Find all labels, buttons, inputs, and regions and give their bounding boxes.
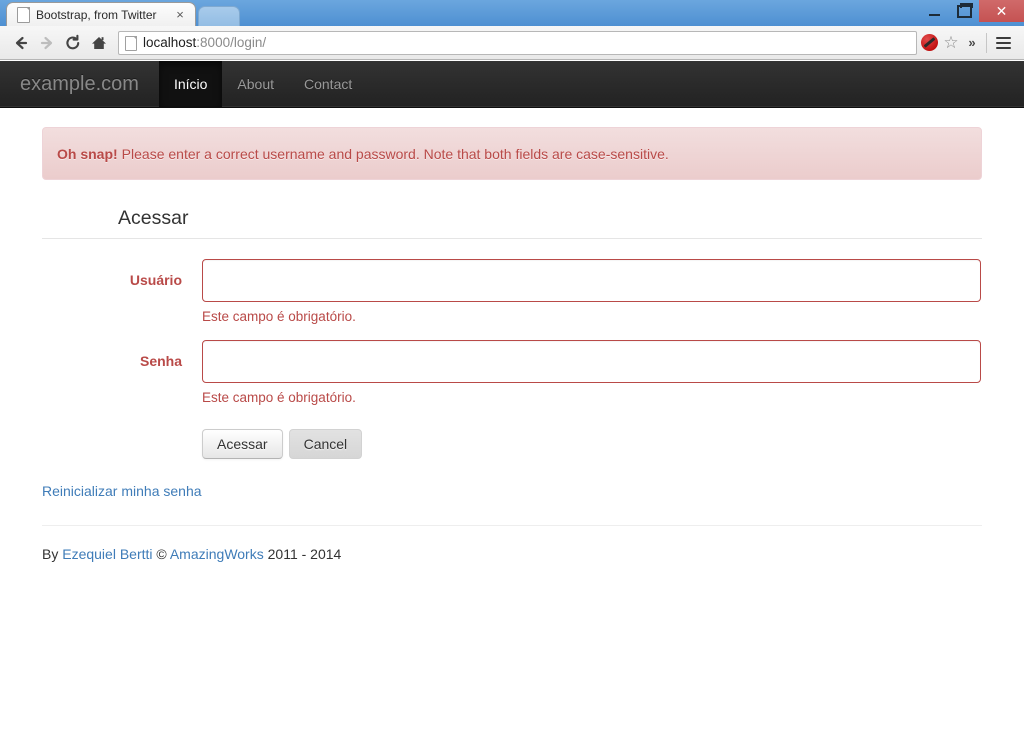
browser-toolbar: localhost:8000/login/ ☆ » [0,26,1024,60]
maximize-button[interactable] [949,0,979,22]
overflow-chevron-icon[interactable]: » [961,35,983,50]
url-host: localhost [143,34,197,50]
label-usuario: Usuário [129,272,182,288]
footer-years: 2011 - 2014 [263,546,342,562]
page-container: Oh snap! Please enter a correct username… [42,108,982,564]
blocked-plugin-icon[interactable] [921,34,938,51]
username-input[interactable] [202,259,981,302]
submit-button[interactable]: Acessar [202,429,283,459]
help-senha: Este campo é obrigatório. [202,390,356,405]
controls-usuario: Este campo é obrigatório. [202,259,982,326]
form-legend: Acessar [42,198,982,239]
password-input[interactable] [202,340,981,383]
url-text: localhost:8000/login/ [143,35,266,51]
footer-author-link[interactable]: Ezequiel Bertti [62,546,152,562]
url-path: :8000/login/ [196,34,267,50]
reset-password-link[interactable]: Reinicializar minha senha [42,483,202,499]
browser-tab-active[interactable]: Bootstrap, from Twitter × [6,2,196,26]
nav-item-about[interactable]: About [222,61,289,107]
page-icon [125,35,137,51]
reload-icon[interactable] [60,30,86,56]
nav-item-inicio[interactable]: Início [158,61,223,107]
field-group-senha: Senha Este campo é obrigatório. [42,340,982,407]
tab-strip: Bootstrap, from Twitter × [0,0,1024,26]
page-icon [17,7,30,23]
reset-password-wrap: Reinicializar minha senha [42,483,982,501]
error-alert: Oh snap! Please enter a correct username… [42,127,982,180]
controls-senha: Este campo é obrigatório. [202,340,982,407]
address-bar[interactable]: localhost:8000/login/ [118,30,917,55]
alert-message: Please enter a correct username and pass… [121,145,669,162]
close-icon[interactable]: × [173,8,187,22]
tab-title: Bootstrap, from Twitter [36,7,157,22]
nav-item-contact[interactable]: Contact [289,61,367,107]
footer-divider [42,525,982,526]
help-usuario: Este campo é obrigatório. [202,309,356,324]
footer-company-link[interactable]: AmazingWorks [170,546,264,562]
bookmark-star-icon[interactable]: ☆ [941,34,961,51]
browser-titlebar: Bootstrap, from Twitter × ✕ [0,0,1024,26]
login-form: Acessar Usuário Este campo é obrigatório… [42,198,982,459]
footer-copyright-symbol: © [152,546,170,562]
new-tab-button[interactable] [198,6,240,26]
minimize-button[interactable] [919,0,949,22]
page-viewport: example.com Início About Contact Oh snap… [0,61,1024,738]
site-navbar: example.com Início About Contact [0,61,1024,108]
footer-prefix: By [42,546,63,562]
page-footer: By Ezequiel Bertti © AmazingWorks 2011 -… [42,544,982,564]
form-actions: Acessar Cancel [42,429,982,459]
browser-window: Bootstrap, from Twitter × ✕ localhost:80… [0,0,1024,738]
back-arrow-icon[interactable] [8,30,34,56]
alert-strong: Oh snap! [57,145,118,162]
cancel-button[interactable]: Cancel [288,429,363,459]
navbar-brand[interactable]: example.com [11,61,159,107]
close-window-button[interactable]: ✕ [979,0,1024,22]
hamburger-menu-icon[interactable] [990,30,1016,56]
field-group-usuario: Usuário Este campo é obrigatório. [42,259,982,326]
forward-arrow-icon [34,30,60,56]
toolbar-divider [986,32,987,53]
window-controls: ✕ [919,0,1024,26]
label-senha: Senha [139,353,182,369]
home-icon[interactable] [86,30,112,56]
